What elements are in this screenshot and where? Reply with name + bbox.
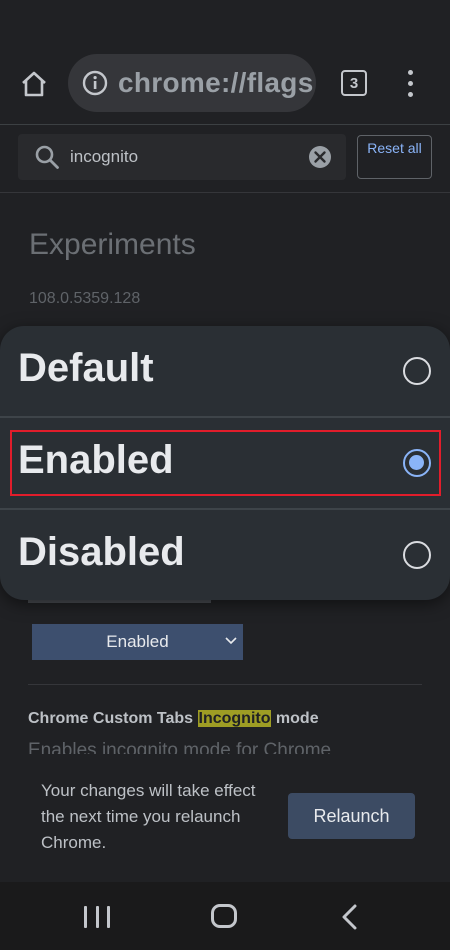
reset-all-button[interactable]: Reset all [357,135,432,179]
radio-button[interactable] [403,541,431,569]
option-disabled[interactable]: Disabled [0,510,450,600]
option-label: Default [18,346,154,390]
search-match-highlight: Incognito [197,710,272,727]
flag-title: Chrome Custom Tabs Incognito mode [28,710,319,728]
dot-icon [407,70,413,75]
dot-icon [407,81,413,86]
relaunch-message: Your changes will take effect the next t… [41,781,256,852]
recents-icon [95,906,99,928]
chevron-down-icon [225,637,237,645]
recents-icon [84,906,87,928]
flag-state-value: Enabled [106,632,169,651]
search-input[interactable]: incognito [70,147,308,167]
tab-switcher-button[interactable]: 3 [341,70,367,96]
home-icon [22,71,46,97]
more-menu-button[interactable] [398,68,422,100]
option-default[interactable]: Default [0,326,450,416]
relaunch-banner: Your changes will take effect the next t… [0,756,450,882]
url-text: chrome://flags [118,67,314,98]
flag-link[interactable] [28,600,211,603]
browser-toolbar: chrome://flags 3 [0,42,450,124]
radio-button-selected[interactable] [403,449,431,477]
system-nav-bar [0,882,450,950]
recents-button[interactable] [84,906,110,928]
search-icon [35,145,59,169]
info-icon[interactable] [82,70,108,96]
recents-icon [107,906,110,928]
home-button[interactable] [14,66,54,102]
address-bar[interactable]: chrome://flags [68,54,316,112]
version-label: 108.0.5359.128 [29,290,141,307]
option-enabled[interactable]: Enabled [0,418,450,508]
option-label: Enabled [18,438,174,482]
radio-button[interactable] [403,357,431,385]
flag-divider [28,684,422,685]
flag-description: Enables incognito mode for Chrome [28,740,332,754]
flag-title-prefix: Chrome Custom Tabs [28,710,198,727]
relaunch-button[interactable]: Relaunch [288,793,415,839]
toolbar-divider [0,124,450,125]
back-icon[interactable] [340,904,360,930]
dot-icon [407,92,413,97]
home-nav-button[interactable] [211,904,237,928]
status-bar [0,0,450,42]
search-divider [0,192,450,193]
flag-title-suffix: mode [271,710,319,727]
option-label: Disabled [18,530,185,574]
flag-state-select[interactable]: Enabled [32,624,243,660]
flag-search-field[interactable]: incognito [18,134,346,180]
flag-options-popup: Default Enabled Disabled [0,326,450,600]
page-title: Experiments [29,228,196,261]
clear-search-icon[interactable] [308,145,332,169]
